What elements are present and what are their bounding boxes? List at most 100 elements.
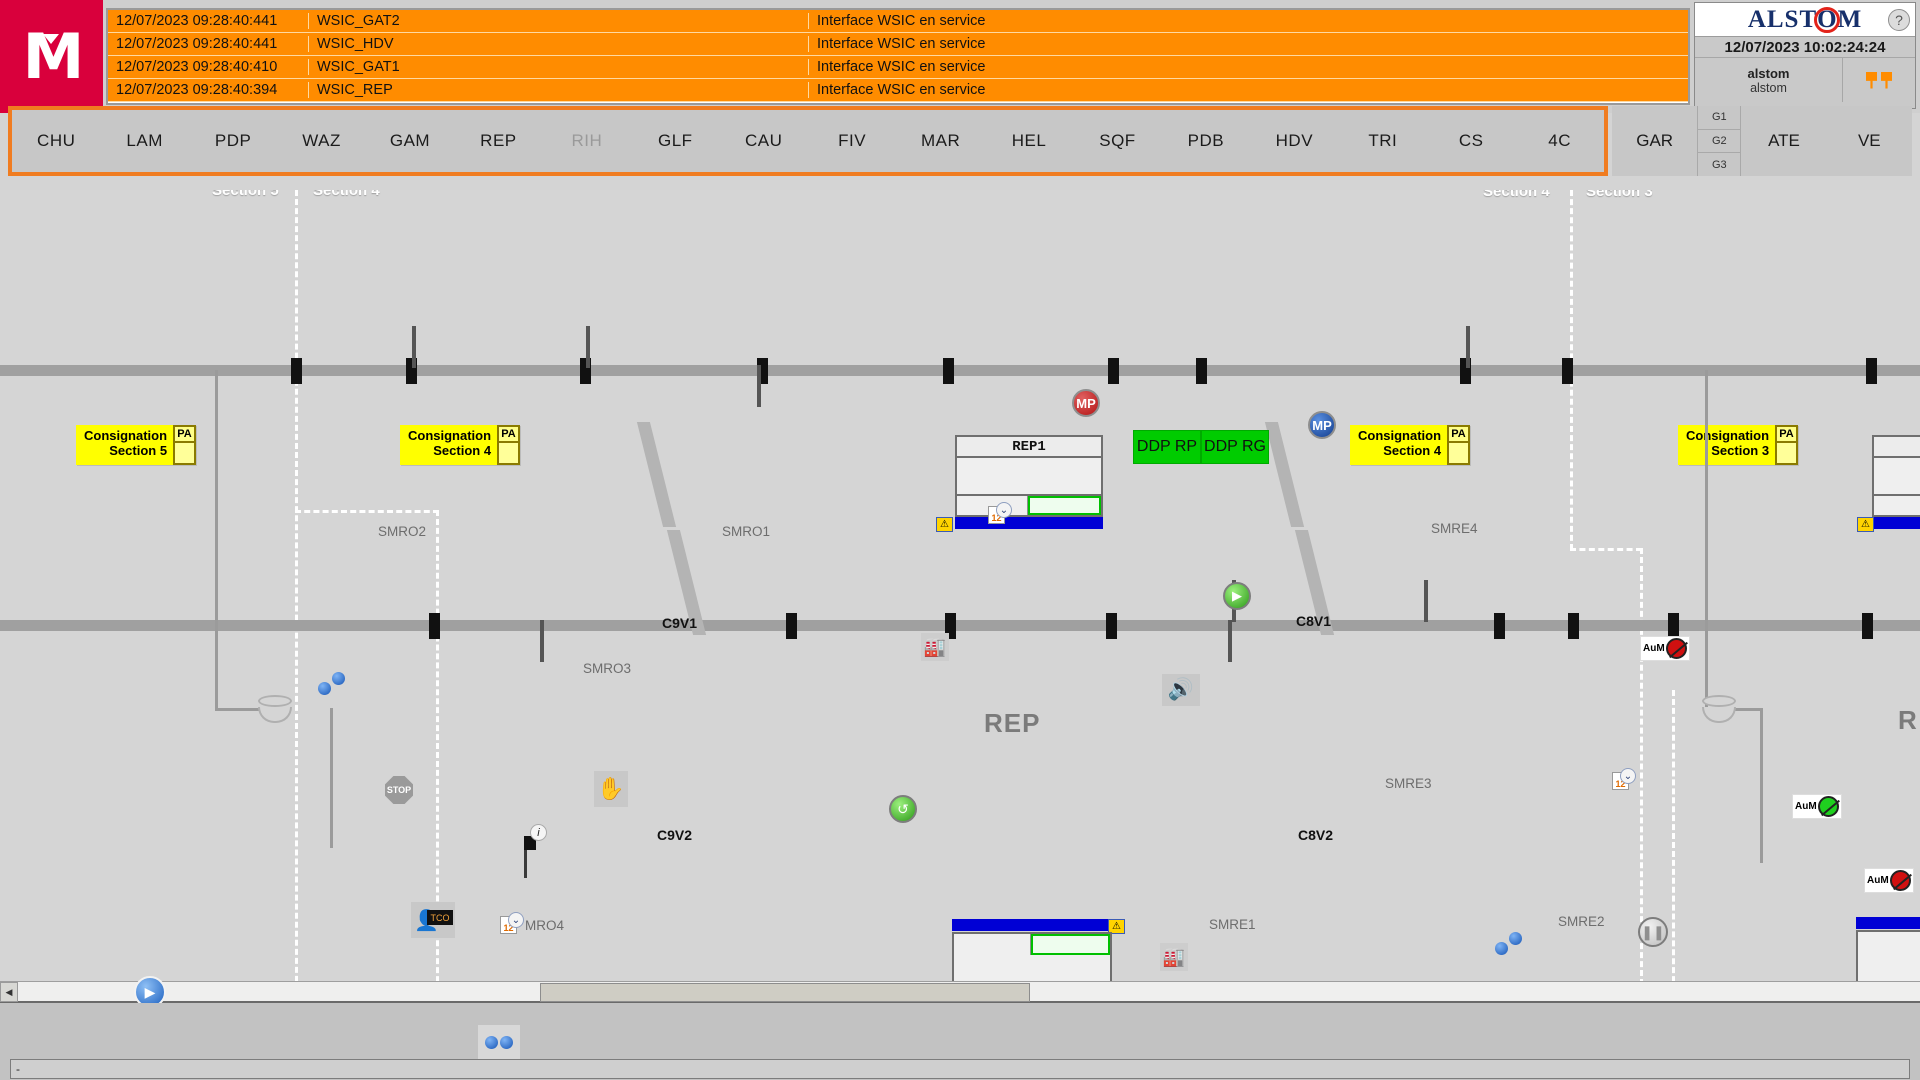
schedule-icon[interactable]: 12 ⌄	[500, 912, 524, 936]
operator-tco-icon[interactable]: 👤 TCO	[411, 902, 455, 938]
status-bar: -	[10, 1059, 1910, 1079]
signal-post-icon[interactable]: i	[516, 824, 552, 882]
cable-drum-icon[interactable]	[1702, 695, 1736, 725]
ve-button[interactable]: VE	[1827, 131, 1912, 151]
group-g2[interactable]: G2	[1698, 130, 1741, 154]
consignation-line2: Section 5	[109, 443, 168, 458]
consignation-section-4b[interactable]: Consignation Section 4 PA	[1350, 425, 1470, 465]
facility-icon[interactable]: 🏭	[921, 633, 949, 661]
signal-cluster-icon[interactable]	[478, 1025, 520, 1059]
track-upper[interactable]	[0, 365, 1920, 376]
tab-fiv[interactable]: FIV	[808, 131, 896, 151]
cable	[1705, 370, 1708, 710]
tab-hel[interactable]: HEL	[985, 131, 1073, 151]
tab-lam[interactable]: LAM	[100, 131, 188, 151]
tab-glf[interactable]: GLF	[631, 131, 719, 151]
ddp-indicators[interactable]: DDP RP DDP RG	[1133, 430, 1269, 464]
consignation-line2: Section 3	[1711, 443, 1770, 458]
pa-indicator[interactable]: PA	[173, 425, 196, 443]
alarm-row[interactable]: 12/07/2023 09:28:40:410 WSIC_GAT1 Interf…	[108, 56, 1688, 79]
schedule-icon[interactable]: 12 ⌄	[988, 502, 1012, 526]
mimic-diagram[interactable]: Section 5 Section 4 Section 4 Section 3 …	[0, 190, 1920, 990]
panel-cell[interactable]	[1858, 932, 1920, 953]
ddp-rg[interactable]: DDP RG	[1201, 430, 1269, 464]
tab-cau[interactable]: CAU	[720, 131, 808, 151]
horizontal-scrollbar[interactable]: ◀	[0, 981, 1920, 1003]
mp-badge-blue[interactable]: MP	[1308, 411, 1336, 439]
reset-circle-icon[interactable]: ↺	[889, 795, 917, 823]
tab-waz[interactable]: WAZ	[277, 131, 365, 151]
panel-cell-active[interactable]	[1030, 934, 1110, 955]
tab-cs[interactable]: CS	[1427, 131, 1515, 151]
tab-4c[interactable]: 4C	[1515, 131, 1603, 151]
schedule-icon[interactable]: 12 ⌄	[1612, 768, 1636, 792]
alstom-logo: ALSTOM ?	[1695, 3, 1915, 37]
ate-button[interactable]: ATE	[1741, 131, 1826, 151]
tab-mar[interactable]: MAR	[896, 131, 984, 151]
section-boundary	[1672, 690, 1675, 990]
group-g1[interactable]: G1	[1698, 106, 1741, 130]
pa-indicator[interactable]: PA	[1775, 425, 1798, 443]
panel-cell-active[interactable]	[1027, 496, 1101, 515]
switch-link-c9v1	[636, 422, 677, 527]
scrollbar-thumb[interactable]	[540, 983, 1030, 1002]
pa-state-lamp[interactable]	[497, 443, 520, 465]
pa-state-lamp[interactable]	[173, 443, 196, 465]
tab-pdb[interactable]: PDB	[1162, 131, 1250, 151]
scroll-left-arrow[interactable]: ◀	[0, 982, 18, 1002]
signal-cluster-icon[interactable]	[1495, 932, 1529, 958]
pause-circle-icon[interactable]: ❚❚	[1638, 917, 1668, 947]
signal-cluster-icon[interactable]	[318, 672, 352, 698]
tab-chu[interactable]: CHU	[12, 131, 100, 151]
group-g3[interactable]: G3	[1698, 153, 1740, 176]
ddp-rp[interactable]: DDP RP	[1133, 430, 1201, 464]
alarm-row[interactable]: 12/07/2023 09:28:40:441 WSIC_HDV Interfa…	[108, 33, 1688, 56]
aum-indicator-red-2[interactable]: AuM	[1864, 868, 1914, 893]
tab-rep[interactable]: REP	[454, 131, 542, 151]
alarm-row[interactable]: 12/07/2023 09:28:40:441 WSIC_GAT2 Interf…	[108, 10, 1688, 33]
pa-indicator[interactable]: PA	[1447, 425, 1470, 443]
network-status-icons[interactable]	[1843, 58, 1915, 102]
tab-sqf[interactable]: SQF	[1073, 131, 1161, 151]
tab-hdv[interactable]: HDV	[1250, 131, 1338, 151]
section-label-4b: Section 4	[1483, 190, 1550, 200]
aum-label: AuM	[1867, 875, 1889, 886]
alarm-list[interactable]: 12/07/2023 09:28:40:441 WSIC_GAT2 Interf…	[106, 8, 1690, 105]
tab-pdp[interactable]: PDP	[189, 131, 277, 151]
stop-sign-icon[interactable]: STOP	[385, 776, 413, 804]
aum-indicator-green[interactable]: AuM	[1792, 794, 1842, 819]
help-icon[interactable]: ?	[1888, 9, 1910, 31]
hand-alert-icon[interactable]: ✋	[594, 771, 628, 807]
tab-tri[interactable]: TRI	[1339, 131, 1427, 151]
play-circle-icon[interactable]: ▶	[1223, 582, 1251, 610]
alarm-tag: WSIC_GAT2	[309, 13, 809, 29]
panel-rep1[interactable]: REP1	[955, 435, 1103, 517]
panel-right-edge-top[interactable]	[1872, 435, 1920, 517]
facility-icon[interactable]: 🏭	[1160, 943, 1188, 971]
panel-cell[interactable]	[954, 934, 1031, 955]
warning-flag-icon[interactable]: ⚠	[1857, 517, 1874, 532]
stop-label: STOP	[386, 785, 412, 795]
pa-state-lamp[interactable]	[1775, 443, 1798, 465]
tab-gam[interactable]: GAM	[366, 131, 454, 151]
pa-indicator[interactable]: PA	[497, 425, 520, 443]
consignation-section-3[interactable]: Consignation Section 3 PA	[1678, 425, 1798, 465]
section-label-5: Section 5	[212, 190, 279, 199]
pa-state-lamp[interactable]	[1447, 443, 1470, 465]
station-tab-bar[interactable]: CHU LAM PDP WAZ GAM REP RIH GLF CAU FIV …	[8, 106, 1608, 176]
track-lower[interactable]	[0, 620, 1920, 631]
aum-indicator-red[interactable]: AuM	[1640, 636, 1690, 661]
right-button-group[interactable]: GAR G1 G2 G3 ATE VE	[1612, 106, 1912, 176]
warning-flag-icon[interactable]: ⚠	[936, 517, 953, 532]
panel-cell[interactable]	[1874, 496, 1920, 515]
speaker-icon[interactable]: 🔊	[1162, 674, 1200, 706]
mp-badge-red[interactable]: MP	[1072, 389, 1100, 417]
gar-button[interactable]: GAR	[1612, 131, 1697, 151]
user-profile: alstom	[1750, 80, 1787, 95]
consignation-section-5[interactable]: Consignation Section 5 PA	[76, 425, 196, 465]
cable-drum-icon[interactable]	[258, 695, 292, 725]
alarm-row[interactable]: 12/07/2023 09:28:40:394 WSIC_REP Interfa…	[108, 79, 1688, 102]
consignation-section-4a[interactable]: Consignation Section 4 PA	[400, 425, 520, 465]
group-selector[interactable]: G1 G2 G3	[1697, 106, 1742, 176]
clock-glyph: ⌄	[1620, 768, 1636, 784]
